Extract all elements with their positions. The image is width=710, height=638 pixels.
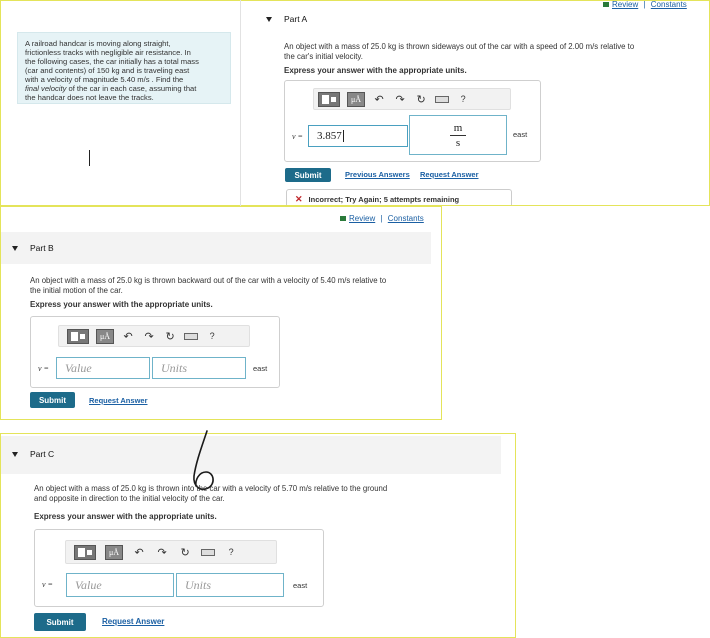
part-a-instruction: Express your answer with the appropriate… xyxy=(284,66,467,75)
part-b-direction: east xyxy=(253,364,268,373)
help-icon[interactable]: ? xyxy=(456,94,470,104)
reset-icon[interactable]: ↻ xyxy=(178,546,192,559)
part-b-instruction: Express your answer with the appropriate… xyxy=(30,300,213,309)
problem-statement: A railroad handcar is moving along strai… xyxy=(17,32,231,104)
undo-icon[interactable]: ↶ xyxy=(372,93,386,106)
error-x-icon: ✕ xyxy=(295,194,303,204)
templates-button[interactable] xyxy=(67,328,89,344)
part-c-submit-button[interactable]: Submit xyxy=(34,613,86,631)
caret-cursor xyxy=(342,130,344,142)
part-a-feedback: ✕ Incorrect; Try Again; 5 attempts remain… xyxy=(286,189,512,205)
review-icon xyxy=(340,216,346,222)
part-b-units-input[interactable]: Units xyxy=(152,357,246,379)
part-b-toolbar: μÅ ↶ ↷ ↻ ? xyxy=(58,325,250,347)
units-button[interactable]: μÅ xyxy=(105,544,124,560)
part-c-units-input[interactable]: Units xyxy=(176,573,284,597)
help-icon[interactable]: ? xyxy=(205,331,219,341)
undo-icon[interactable]: ↶ xyxy=(121,330,135,343)
part-c-question: An object with a mass of 25.0 kg is thro… xyxy=(34,484,388,503)
part-c-request-answer-link[interactable]: Request Answer xyxy=(102,617,164,626)
fraction-bar xyxy=(450,134,466,136)
undo-icon[interactable]: ↶ xyxy=(132,546,146,559)
part-b-request-answer-link[interactable]: Request Answer xyxy=(89,396,148,405)
part-a-toolbar: μÅ ↶ ↷ ↻ ? xyxy=(313,88,511,110)
part-a-question: An object with a mass of 25.0 kg is thro… xyxy=(284,42,635,61)
redo-icon[interactable]: ↷ xyxy=(142,330,156,343)
reset-icon[interactable]: ↻ xyxy=(414,93,428,106)
redo-icon[interactable]: ↷ xyxy=(393,93,407,106)
part-c-direction: east xyxy=(293,581,308,590)
keyboard-icon[interactable] xyxy=(435,95,450,103)
collapse-caret-icon xyxy=(12,246,18,252)
redo-icon[interactable]: ↷ xyxy=(155,546,169,559)
column-divider xyxy=(240,0,241,206)
part-a-value-input[interactable]: 3.857 xyxy=(308,125,408,147)
review-icon xyxy=(603,2,609,8)
part-b-var-label: v = xyxy=(38,364,49,373)
units-button[interactable]: μÅ xyxy=(347,91,366,107)
part-a-direction: east xyxy=(513,130,528,139)
part-b-review-link[interactable]: Review xyxy=(349,214,375,223)
templates-button[interactable] xyxy=(318,91,340,107)
keyboard-icon[interactable] xyxy=(201,548,216,556)
part-c-instruction: Express your answer with the appropriate… xyxy=(34,512,217,521)
collapse-caret-icon xyxy=(266,17,272,23)
constants-link[interactable]: Constants xyxy=(651,0,687,9)
part-b-header-band xyxy=(1,232,431,264)
reset-icon[interactable]: ↻ xyxy=(163,330,177,343)
part-a-request-answer-link[interactable]: Request Answer xyxy=(420,170,479,179)
part-a-submit-button[interactable]: Submit xyxy=(285,168,331,182)
part-c-header[interactable]: Part C xyxy=(12,449,54,459)
part-b-value-input[interactable]: Value xyxy=(56,357,150,379)
review-link[interactable]: Review xyxy=(612,0,638,9)
text-cursor xyxy=(89,150,90,166)
previous-answers-link[interactable]: Previous Answers xyxy=(345,170,410,179)
part-b-links: Review | Constants xyxy=(340,214,424,223)
part-c-var-label: v = xyxy=(42,580,53,589)
part-a-header[interactable]: Part A xyxy=(266,14,307,24)
templates-button[interactable] xyxy=(74,544,96,560)
part-b-constants-link[interactable]: Constants xyxy=(388,214,424,223)
part-a-units-input[interactable]: m s xyxy=(409,115,507,155)
part-a-var-label: v = xyxy=(292,132,303,141)
help-icon[interactable]: ? xyxy=(224,547,238,557)
part-c-header-band xyxy=(1,436,501,474)
part-c-toolbar: μÅ ↶ ↷ ↻ ? xyxy=(65,540,277,564)
units-button[interactable]: μÅ xyxy=(96,328,115,344)
part-b-submit-button[interactable]: Submit xyxy=(30,392,75,408)
part-b-header[interactable]: Part B xyxy=(12,243,54,253)
part-c-value-input[interactable]: Value xyxy=(66,573,174,597)
keyboard-icon[interactable] xyxy=(184,332,199,340)
collapse-caret-icon xyxy=(12,452,18,458)
part-b-question: An object with a mass of 25.0 kg is thro… xyxy=(30,276,387,295)
top-links: Review | Constants xyxy=(603,0,687,9)
